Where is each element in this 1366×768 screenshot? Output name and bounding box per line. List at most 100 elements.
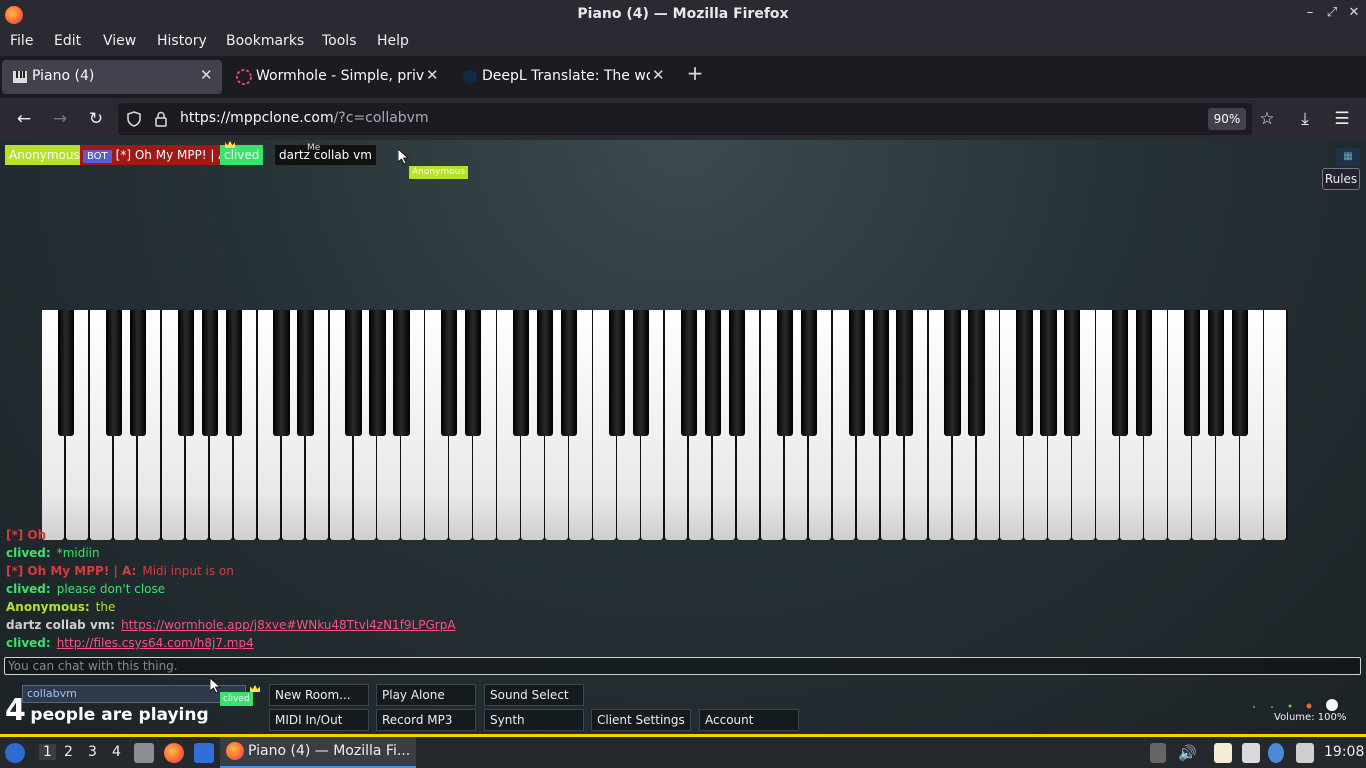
piano-black-key[interactable]: [632, 310, 650, 436]
participant-anonymous[interactable]: Anonymous: [5, 145, 84, 165]
tray-network-icon[interactable]: [1268, 743, 1284, 763]
back-button[interactable]: ←: [13, 108, 35, 130]
piano-keyboard[interactable]: [42, 310, 1288, 540]
tray-notes-icon[interactable]: [1214, 743, 1232, 763]
menu-bookmarks[interactable]: Bookmarks: [226, 33, 304, 49]
play-alone-button[interactable]: Play Alone: [376, 684, 476, 706]
piano-black-key[interactable]: [201, 310, 218, 436]
midi-button[interactable]: MIDI In/Out: [269, 709, 369, 731]
piano-white-key[interactable]: [1264, 310, 1287, 540]
lock-icon[interactable]: [154, 111, 168, 127]
bookmark-star-icon[interactable]: ☆: [1256, 108, 1278, 130]
piano-black-key[interactable]: [345, 310, 362, 436]
piano-black-key[interactable]: [393, 310, 410, 436]
piano-black-key[interactable]: [129, 310, 146, 436]
chat-link[interactable]: http://files.csys64.com/h8j7.mp4: [57, 636, 254, 650]
piano-black-key[interactable]: [1112, 310, 1129, 436]
menu-view[interactable]: View: [103, 33, 136, 49]
menu-file[interactable]: File: [10, 33, 33, 49]
tab-wormhole[interactable]: Wormhole - Simple, priva ✕: [226, 60, 446, 94]
shield-icon[interactable]: [126, 111, 142, 127]
piano-black-key[interactable]: [848, 310, 865, 436]
workspace-2[interactable]: 2: [64, 744, 73, 760]
start-menu-icon[interactable]: [5, 743, 25, 763]
tray-display-icon[interactable]: [1242, 743, 1260, 763]
piano-black-key[interactable]: [561, 310, 578, 436]
new-room-button[interactable]: New Room...: [269, 684, 369, 706]
desktop-icon[interactable]: [194, 743, 214, 763]
piano-black-key[interactable]: [1064, 310, 1081, 436]
bot-name: [*] Oh My MPP! | A: [115, 148, 227, 162]
close-tab-icon[interactable]: ✕: [426, 66, 439, 84]
piano-black-key[interactable]: [944, 310, 961, 436]
volume-tray-icon[interactable]: 🔊: [1178, 744, 1197, 762]
chat-input[interactable]: You can chat with this thing.: [4, 657, 1361, 675]
piano-black-key[interactable]: [1231, 310, 1249, 436]
record-mp3-button[interactable]: Record MP3: [376, 709, 476, 731]
hamburger-menu-icon[interactable]: ☰: [1331, 108, 1353, 130]
sound-select-button[interactable]: Sound Select: [484, 684, 584, 706]
piano-black-key[interactable]: [105, 310, 123, 436]
piano-black-key[interactable]: [537, 310, 554, 436]
workspace-3[interactable]: 3: [88, 744, 97, 760]
close-tab-icon[interactable]: ✕: [200, 66, 213, 84]
volume-slider[interactable]: [1250, 698, 1340, 712]
piano-black-key[interactable]: [872, 310, 889, 436]
maximize-button[interactable]: ⤢: [1324, 5, 1340, 23]
piano-black-key[interactable]: [441, 310, 458, 436]
zoom-indicator[interactable]: 90%: [1208, 108, 1246, 130]
participant-bot[interactable]: BOT [*] Oh My MPP! | A: [80, 145, 231, 165]
menu-edit[interactable]: Edit: [54, 33, 81, 49]
file-manager-icon[interactable]: [134, 743, 154, 763]
piano-black-key[interactable]: [704, 310, 722, 436]
address-bar[interactable]: https://mppclone.com/?c=collabvm: [118, 103, 1252, 135]
piano-black-key[interactable]: [225, 310, 242, 436]
piano-black-key[interactable]: [896, 310, 913, 436]
client-settings-button[interactable]: Client Settings: [591, 709, 691, 731]
chat-link[interactable]: https://wormhole.app/j8xve#WNku48Ttvl4zN…: [121, 618, 455, 632]
close-window-button[interactable]: ✕: [1346, 5, 1362, 23]
piano-black-key[interactable]: [273, 310, 290, 436]
piano-black-key[interactable]: [1184, 310, 1201, 436]
piano-black-key[interactable]: [800, 310, 817, 436]
downloads-icon[interactable]: ⤓: [1294, 108, 1316, 130]
menu-help[interactable]: Help: [377, 33, 409, 49]
close-tab-icon[interactable]: ✕: [652, 66, 665, 84]
workspace-1[interactable]: 1: [39, 744, 56, 760]
keyboard-icon[interactable]: ▦: [1336, 148, 1360, 166]
piano-black-key[interactable]: [465, 310, 482, 436]
participant-dartz[interactable]: dartz collab vm: [275, 145, 376, 165]
tray-clipboard-icon[interactable]: [1150, 743, 1166, 763]
synth-button[interactable]: Synth: [484, 709, 584, 731]
participant-clived[interactable]: clived: [220, 145, 264, 165]
menu-tools[interactable]: Tools: [322, 33, 357, 49]
rules-button[interactable]: Rules: [1322, 168, 1360, 190]
taskbar-firefox-window[interactable]: Piano (4) — Mozilla Fi...: [220, 737, 416, 768]
firefox-launcher-icon[interactable]: [164, 743, 184, 763]
forward-button[interactable]: →: [49, 108, 71, 130]
piano-black-key[interactable]: [680, 310, 698, 436]
minimize-button[interactable]: –: [1302, 5, 1318, 23]
piano-black-key[interactable]: [57, 310, 75, 436]
piano-black-key[interactable]: [968, 310, 985, 436]
piano-black-key[interactable]: [728, 310, 746, 436]
reload-button[interactable]: ↻: [85, 108, 107, 130]
piano-black-key[interactable]: [1207, 310, 1225, 436]
menu-history[interactable]: History: [157, 33, 207, 49]
piano-black-key[interactable]: [513, 310, 530, 436]
url-text: https://mppclone.com/?c=collabvm: [180, 110, 429, 126]
tab-deepl[interactable]: DeepL Translate: The wor ✕: [452, 60, 672, 94]
new-tab-button[interactable]: +: [684, 62, 706, 84]
piano-black-key[interactable]: [1136, 310, 1153, 436]
piano-black-key[interactable]: [1040, 310, 1057, 436]
tray-power-icon[interactable]: [1296, 743, 1314, 763]
piano-black-key[interactable]: [369, 310, 386, 436]
piano-black-key[interactable]: [177, 310, 194, 436]
piano-black-key[interactable]: [297, 310, 314, 436]
tab-piano[interactable]: Piano (4) ✕: [2, 60, 222, 94]
piano-black-key[interactable]: [776, 310, 793, 436]
piano-black-key[interactable]: [608, 310, 626, 436]
workspace-4[interactable]: 4: [112, 744, 121, 760]
piano-black-key[interactable]: [1016, 310, 1033, 436]
account-button[interactable]: Account: [699, 709, 799, 731]
